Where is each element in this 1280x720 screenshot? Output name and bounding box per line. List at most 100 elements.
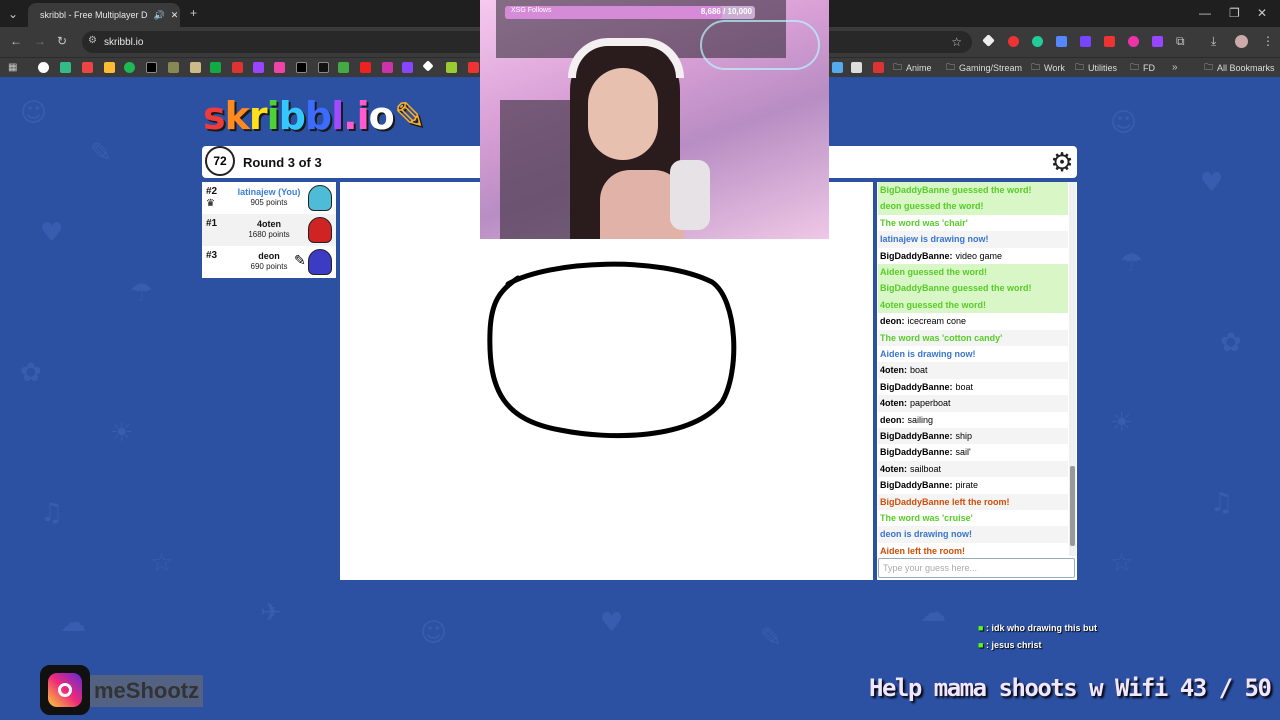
doodle-icon: ♥ — [600, 608, 624, 638]
bookmark-folder-anime[interactable]: 🗀 Anime — [893, 61, 932, 75]
bookmark-star-icon[interactable]: ☆ — [951, 35, 962, 49]
extension-icon[interactable] — [1032, 36, 1043, 47]
profile-avatar-icon[interactable] — [1235, 35, 1248, 48]
extension-icon[interactable] — [1152, 36, 1163, 47]
bookmark-icon[interactable] — [338, 62, 349, 73]
chat-message-text: paperboat — [910, 398, 951, 409]
spotify-bookmark-icon[interactable] — [124, 62, 135, 73]
twitch-bookmark-icon[interactable] — [253, 62, 264, 73]
bookmark-icon[interactable] — [168, 62, 179, 73]
tab-title: skribbl - Free Multiplayer D — [40, 10, 148, 20]
bookmark-icon[interactable] — [468, 62, 479, 73]
bookmark-icon[interactable] — [190, 62, 201, 73]
doodle-icon: ☀ — [110, 418, 134, 448]
chat-message: BigDaddyBanne: sail' — [878, 444, 1068, 461]
tab-close-icon[interactable]: ✕ — [171, 10, 179, 21]
chat-message-user: BigDaddyBanne: — [880, 447, 953, 458]
instagram-handle: meShootz — [90, 675, 204, 707]
drive-bookmark-icon[interactable] — [104, 62, 115, 73]
bookmark-icon[interactable] — [873, 62, 884, 73]
doodle-icon: ☁ — [920, 598, 946, 628]
drawing-canvas[interactable] — [340, 182, 873, 580]
reload-icon[interactable]: ↻ — [57, 35, 67, 47]
x-bookmark-icon[interactable] — [296, 62, 307, 73]
chat-message-text: sailboat — [910, 463, 942, 474]
menu-kebab-icon[interactable]: ⋮ — [1262, 35, 1274, 47]
new-tab-icon[interactable]: + — [190, 7, 197, 19]
site-info-icon[interactable]: ⚙ — [88, 35, 97, 46]
settings-gear-icon[interactable]: ⚙ — [1048, 148, 1076, 176]
chat-message: The word was 'chair' — [878, 214, 1068, 232]
bookmark-icon[interactable] — [422, 60, 434, 72]
guess-input[interactable]: Type your guess here... — [878, 558, 1075, 578]
chat-message-text: icecream cone — [907, 316, 967, 327]
chat-message-user: The word was 'cruise' — [880, 513, 973, 523]
bookmark-folder-gaming[interactable]: 🗀 Gaming/Stream — [946, 61, 1022, 75]
download-icon[interactable]: ⤓ — [1211, 35, 1216, 47]
chat-message-user: Aiden left the room! — [880, 545, 965, 556]
chat-message-user: Aiden guessed the word! — [880, 267, 988, 277]
extensions-puzzle-icon[interactable]: ⧉ — [1176, 35, 1185, 47]
chat-message-user: deon is drawing now! — [880, 529, 972, 540]
player-row[interactable]: #1 4oten 1680 points — [202, 214, 336, 246]
twitch-extension-icon[interactable] — [1080, 36, 1091, 47]
chat-scroll-thumb[interactable] — [1070, 466, 1075, 546]
bookmark-icon[interactable] — [446, 62, 457, 73]
tiktok-bookmark-icon[interactable] — [318, 62, 329, 73]
all-bookmarks-folder[interactable]: 🗀 All Bookmarks — [1204, 61, 1275, 75]
bookmark-icon[interactable] — [851, 62, 862, 73]
player-avatar — [308, 185, 332, 211]
extension-icon[interactable] — [1128, 36, 1139, 47]
chat-message: latinajew is drawing now! — [878, 231, 1068, 248]
bookmark-icon[interactable] — [382, 62, 393, 73]
doodle-icon: ✿ — [20, 358, 42, 388]
round-timer: 72 — [205, 146, 235, 176]
back-icon[interactable]: ← — [10, 35, 22, 47]
google-bookmark-icon[interactable] — [38, 62, 49, 73]
chat-message-user: BigDaddyBanne: — [880, 381, 953, 392]
chat-message-user: BigDaddyBanne: — [880, 431, 953, 441]
kick-bookmark-icon[interactable] — [210, 62, 221, 73]
chat-message-user: BigDaddyBanne: — [880, 250, 953, 261]
bookmark-folder-work[interactable]: 🗀 Work — [1031, 61, 1065, 75]
extension-icon[interactable] — [1104, 36, 1115, 47]
extension-icon[interactable] — [1056, 36, 1067, 47]
bookmark-folder-fd[interactable]: 🗀 FD — [1130, 61, 1155, 75]
chat-message-text: sailing — [907, 414, 934, 425]
bookmark-folder-utilities[interactable]: 🗀 Utilities — [1075, 61, 1117, 75]
restore-icon[interactable]: ❐ — [1229, 7, 1240, 19]
forward-icon[interactable]: → — [34, 35, 46, 47]
extension-icon[interactable] — [982, 34, 995, 47]
chat-message-text: boat — [955, 381, 974, 392]
bookmark-icon[interactable] — [402, 62, 413, 73]
drawing-pencil-icon: ✎ — [294, 252, 306, 268]
tab-search-icon[interactable]: ⌄ — [8, 8, 18, 20]
minimize-icon[interactable]: — — [1199, 7, 1211, 19]
chat-message-user: Aiden is drawing now! — [880, 349, 976, 359]
window-close-icon[interactable]: ✕ — [1257, 7, 1267, 19]
player-row[interactable]: #2 ♛ latinajew (You) 905 points — [202, 182, 336, 214]
youtube-bookmark-icon[interactable] — [360, 62, 371, 73]
webcam-overlay: XSG Follows 8,686 / 10,000 — [480, 0, 829, 239]
player-points: 1680 points — [248, 230, 290, 239]
follow-goal-bar: XSG Follows 8,686 / 10,000 — [505, 6, 755, 19]
doodle-icon: ✎ — [760, 623, 782, 653]
chat-message: BigDaddyBanne: video game — [878, 247, 1068, 264]
gmail-bookmark-icon[interactable] — [82, 62, 93, 73]
instagram-bookmark-icon[interactable] — [274, 62, 285, 73]
chat-message: deon guessed the word! — [878, 198, 1068, 215]
chat-message-text: ship — [955, 431, 973, 441]
x-bookmark-icon[interactable] — [146, 62, 157, 73]
extension-icon[interactable] — [1008, 36, 1019, 47]
chat-message: BigDaddyBanne: ship — [878, 428, 1068, 445]
apps-grid-icon[interactable]: ▦ — [8, 62, 17, 74]
chat-message: BigDaddyBanne: boat — [878, 378, 1068, 396]
player-row[interactable]: #3 deon 690 points ✎ — [202, 246, 336, 278]
browser-tab-skribbl[interactable]: skribbl - Free Multiplayer D 🔊 ✕ — [28, 3, 180, 27]
tab-audio-icon[interactable]: 🔊 — [154, 10, 165, 21]
more-bookmarks-icon[interactable]: » — [1172, 62, 1178, 74]
chat-message: 4oten guessed the word! — [878, 296, 1068, 314]
bookmark-icon[interactable] — [832, 62, 843, 73]
bookmark-icon[interactable] — [60, 62, 71, 73]
bookmark-icon[interactable] — [232, 62, 243, 73]
